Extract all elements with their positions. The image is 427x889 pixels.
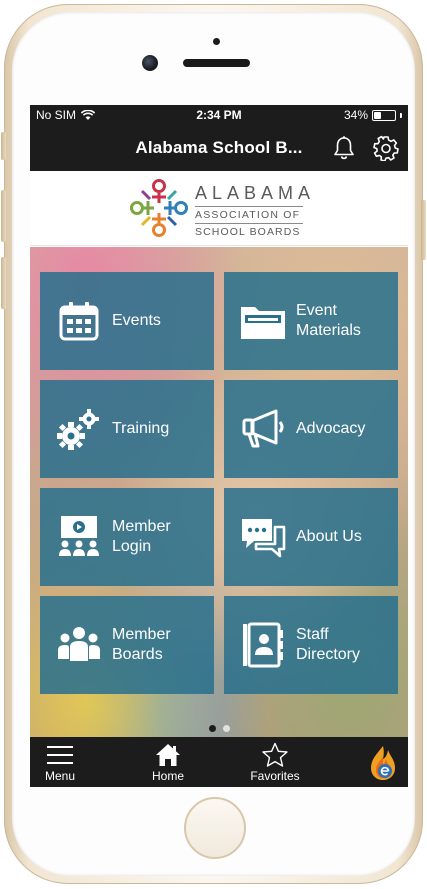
proximity-sensor [213, 38, 220, 45]
home-hardware-button[interactable] [184, 797, 246, 859]
tile-label: Training [112, 420, 170, 437]
presentation-icon [59, 516, 99, 556]
logo-banner: ALABAMA ASSOCIATION OF SCHOOL BOARDS [30, 171, 408, 246]
contact-book-icon [243, 622, 283, 668]
tile-label: About Us [296, 528, 362, 545]
logo-wordmark: ALABAMA ASSOCIATION OF SCHOOL BOARDS [195, 183, 315, 238]
tab-label: Favorites [250, 769, 300, 783]
tile-label: Events [112, 312, 161, 329]
tile-member-boards[interactable]: Member Boards [40, 596, 214, 694]
app-screen: No SIM 2:34 PM 34% Alabama School B... A… [30, 105, 408, 787]
tab-favorites[interactable]: Favorites [244, 737, 306, 787]
megaphone-icon [242, 409, 284, 448]
tile-label: Staff Directory [296, 626, 361, 663]
tile-about-us[interactable]: About Us [224, 488, 398, 586]
page-dot[interactable] [222, 725, 230, 732]
side-button-power [421, 200, 426, 260]
folder-icon [241, 307, 285, 339]
home-dashboard: Events Event Materials Training Advocacy… [30, 247, 408, 737]
page-dot-active[interactable] [208, 725, 216, 732]
gear-icon[interactable] [373, 135, 399, 161]
battery-icon [372, 109, 396, 121]
logo-line-alabama: ALABAMA [195, 183, 316, 203]
association-logo [130, 179, 188, 237]
home-icon [156, 744, 180, 766]
logo-line-association: ASSOCIATION OF [195, 209, 301, 221]
tile-staff-directory[interactable]: Staff Directory [224, 596, 398, 694]
side-button-volume-up [1, 190, 6, 242]
chat-bubbles-icon [242, 519, 286, 558]
app-brand-flame-icon[interactable] [368, 745, 398, 781]
tile-label: Member Login [112, 518, 171, 555]
group-icon [58, 627, 100, 661]
battery-status: 34% [344, 108, 402, 122]
tile-label: Advocacy [296, 420, 366, 437]
tab-label: Home [151, 769, 184, 783]
tile-label: Member Boards [112, 626, 171, 663]
tab-bar: Menu Home Favorites [30, 737, 408, 787]
page-indicator[interactable] [30, 725, 408, 735]
tile-label: Event Materials [296, 302, 361, 339]
navigation-bar: Alabama School B... [30, 125, 408, 171]
tile-training[interactable]: Training [40, 380, 214, 478]
calendar-icon [59, 302, 99, 341]
side-button-silent [1, 132, 6, 160]
tile-event-materials[interactable]: Event Materials [224, 272, 398, 370]
hamburger-icon [47, 746, 73, 764]
tab-home[interactable]: Home [144, 737, 192, 787]
star-icon [262, 742, 288, 767]
earpiece-speaker [183, 59, 250, 67]
status-bar: No SIM 2:34 PM 34% [30, 105, 408, 125]
side-button-volume-down [1, 257, 6, 309]
tile-member-login[interactable]: Member Login [40, 488, 214, 586]
tab-menu[interactable]: Menu [38, 737, 82, 787]
front-camera [142, 55, 158, 71]
bell-icon[interactable] [332, 135, 356, 161]
logo-line-school-boards: SCHOOL BOARDS [195, 226, 301, 238]
tile-events[interactable]: Events [40, 272, 214, 370]
battery-percent: 34% [343, 108, 368, 122]
tab-label: Menu [44, 769, 76, 783]
tile-advocacy[interactable]: Advocacy [224, 380, 398, 478]
gears-icon [57, 409, 99, 450]
